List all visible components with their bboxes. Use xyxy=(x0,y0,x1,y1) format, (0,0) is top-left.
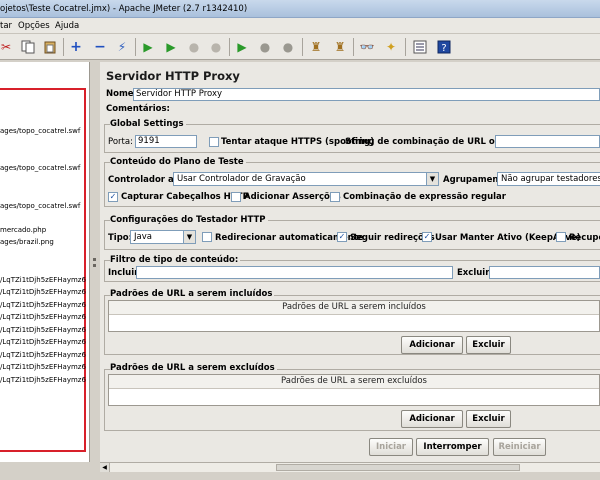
https-spoofing-checkbox[interactable] xyxy=(209,137,219,147)
tree-item[interactable]: ages/topo_cocatrel.swf xyxy=(0,202,80,210)
tree-item[interactable]: /LqTZi1tDjh5zEFHaymz6 xyxy=(0,376,86,384)
expand-icon[interactable]: + xyxy=(66,37,86,57)
test-plan-tree[interactable]: ages/topo_cocatrel.swf ages/topo_cocatre… xyxy=(0,62,90,462)
menu-executar[interactable]: tar xyxy=(0,21,12,31)
scissors-icon[interactable]: ✂ xyxy=(0,37,16,57)
tree-item[interactable]: mercado.php xyxy=(0,226,46,234)
url-match-input[interactable] xyxy=(495,135,600,148)
include-patterns-table[interactable]: Padrões de URL a serem incluídos xyxy=(108,300,600,332)
tree-item[interactable]: /LqTZi1tDjh5zEFHaymz6 xyxy=(0,326,86,334)
capture-headers-checkbox[interactable]: ✓ xyxy=(108,192,118,202)
shutdown-icon[interactable]: ● xyxy=(206,37,226,57)
follow-redirects-checkbox[interactable]: ✓ xyxy=(337,232,347,242)
clear-all-icon[interactable]: ♜ xyxy=(330,37,350,57)
sampler-type-select[interactable]: Java ▼ xyxy=(130,230,196,244)
exclude-label: Excluir: xyxy=(457,268,493,278)
target-controller-value: Usar Controlador de Gravação xyxy=(177,174,306,184)
tree-item[interactable]: ages/topo_cocatrel.swf xyxy=(0,127,80,135)
stop-button[interactable]: Interromper xyxy=(416,438,489,456)
exclude-patterns-column-header[interactable]: Padrões de URL a serem excluídos xyxy=(109,375,599,389)
chevron-down-icon[interactable]: ▼ xyxy=(183,231,195,243)
keepalive-checkbox[interactable]: ✓ xyxy=(422,232,432,242)
menu-opcoes[interactable]: Opções xyxy=(18,21,50,31)
port-input[interactable]: 9191 xyxy=(135,135,197,148)
scrollbar-thumb[interactable] xyxy=(276,464,520,471)
tree-item[interactable]: /LqTZi1tDjh5zEFHaymz6 xyxy=(0,338,86,346)
reset-search-icon[interactable]: ✦ xyxy=(381,37,401,57)
add-assertions-label: Adicionar Asserções xyxy=(244,192,341,202)
window-title: ojetos\Teste Cocatrel.jmx) - Apache JMet… xyxy=(0,4,248,14)
splitter-handle[interactable] xyxy=(91,62,99,462)
include-patterns-title: Padrões de URL a serem incluídos xyxy=(110,289,275,299)
menu-ajuda[interactable]: Ajuda xyxy=(55,21,79,31)
highlight-box xyxy=(0,88,86,452)
tree-item[interactable]: /LqTZi1tDjh5zEFHaymz6 xyxy=(0,351,86,359)
copy-icon[interactable] xyxy=(18,37,38,57)
add-exclude-pattern-button[interactable]: Adicionar xyxy=(401,410,463,428)
add-assertions-checkbox[interactable] xyxy=(231,192,241,202)
remove-include-pattern-button[interactable]: Excluir xyxy=(466,336,511,354)
clear-icon[interactable]: ♜ xyxy=(306,37,326,57)
start-icon[interactable]: ▶ xyxy=(138,37,158,57)
exclude-input[interactable] xyxy=(489,266,600,279)
capture-headers-label: Capturar Cabeçalhos HTTP xyxy=(121,192,249,202)
retrieve-resources-label: Recupera xyxy=(569,233,600,243)
scroll-left-icon[interactable]: ◀ xyxy=(100,463,110,472)
grouping-value: Não agrupar testadores xyxy=(501,174,600,184)
chevron-down-icon[interactable]: ▼ xyxy=(426,173,438,185)
tree-item[interactable]: /LqTZi1tDjh5zEFHaymz6 xyxy=(0,288,86,296)
http-sampler-title: Configurações do Testador HTTP xyxy=(110,215,268,225)
comments-label: Comentários: xyxy=(106,104,170,114)
restart-button[interactable]: Reiniciar xyxy=(493,438,546,456)
bottom-bar xyxy=(0,472,600,480)
tree-item[interactable]: /LqTZi1tDjh5zEFHaymz6 xyxy=(0,313,86,321)
paste-icon[interactable] xyxy=(40,37,60,57)
function-helper-icon[interactable] xyxy=(410,37,430,57)
help-icon[interactable]: ? xyxy=(434,37,454,57)
start-button[interactable]: Iniciar xyxy=(369,438,413,456)
port-label: Porta: xyxy=(108,137,133,147)
tree-item[interactable]: /LqTZi1tDjh5zEFHaymz6 xyxy=(0,363,86,371)
toggle-icon[interactable]: ⚡ xyxy=(112,37,132,57)
add-include-pattern-button[interactable]: Adicionar xyxy=(401,336,463,354)
global-settings-title: Global Settings xyxy=(110,119,186,129)
remote-stop-icon[interactable]: ● xyxy=(255,37,275,57)
tree-item[interactable]: ages/topo_cocatrel.swf xyxy=(0,164,80,172)
include-patterns-column-header[interactable]: Padrões de URL a serem incluídos xyxy=(109,301,599,315)
svg-text:?: ? xyxy=(441,43,446,54)
regex-match-checkbox[interactable] xyxy=(330,192,340,202)
test-plan-content-title: Conteúdo do Plano de Teste xyxy=(110,157,246,167)
remote-shutdown-icon[interactable]: ● xyxy=(278,37,298,57)
tree-item[interactable]: /LqTZi1tDjh5zEFHaymz6 xyxy=(0,276,86,284)
title-bar: ojetos\Teste Cocatrel.jmx) - Apache JMet… xyxy=(0,0,600,18)
toolbar: ✂ + − ⚡ ▶ ▶ ● ● ▶ ● ● ♜ ♜ 👓 ✦ ? xyxy=(0,34,600,60)
retrieve-resources-checkbox[interactable] xyxy=(556,232,566,242)
page-title: Servidor HTTP Proxy xyxy=(106,69,240,83)
name-input[interactable]: Servidor HTTP Proxy xyxy=(133,88,600,101)
remote-start-icon[interactable]: ▶ xyxy=(232,37,252,57)
start-no-pause-icon[interactable]: ▶ xyxy=(161,37,181,57)
remove-exclude-pattern-button[interactable]: Excluir xyxy=(466,410,511,428)
sampler-type-value: Java xyxy=(134,232,152,242)
include-input[interactable] xyxy=(136,266,453,279)
collapse-icon[interactable]: − xyxy=(90,37,110,57)
content-type-filter-title: Filtro de tipo de conteúdo: xyxy=(110,255,241,265)
type-label: Tipo: xyxy=(108,233,133,243)
tree-item[interactable]: /LqTZi1tDjh5zEFHaymz6 xyxy=(0,301,86,309)
exclude-patterns-title: Padrões de URL a serem excluídos xyxy=(110,363,277,373)
horizontal-scrollbar[interactable]: ◀ xyxy=(100,462,600,472)
menu-bar: tar Opções Ajuda xyxy=(0,18,600,34)
exclude-patterns-table[interactable]: Padrões de URL a serem excluídos xyxy=(108,374,600,406)
auto-redirect-checkbox[interactable] xyxy=(202,232,212,242)
tree-item[interactable]: ages/brazil.png xyxy=(0,238,54,246)
search-icon[interactable]: 👓 xyxy=(357,37,377,57)
stop-icon[interactable]: ● xyxy=(184,37,204,57)
target-controller-select[interactable]: Usar Controlador de Gravação ▼ xyxy=(173,172,439,186)
regex-match-label: Combinação de expressão regular xyxy=(343,192,506,202)
proxy-server-panel: Servidor HTTP Proxy Nome: Servidor HTTP … xyxy=(100,62,600,462)
grouping-select[interactable]: Não agrupar testadores xyxy=(497,172,600,186)
